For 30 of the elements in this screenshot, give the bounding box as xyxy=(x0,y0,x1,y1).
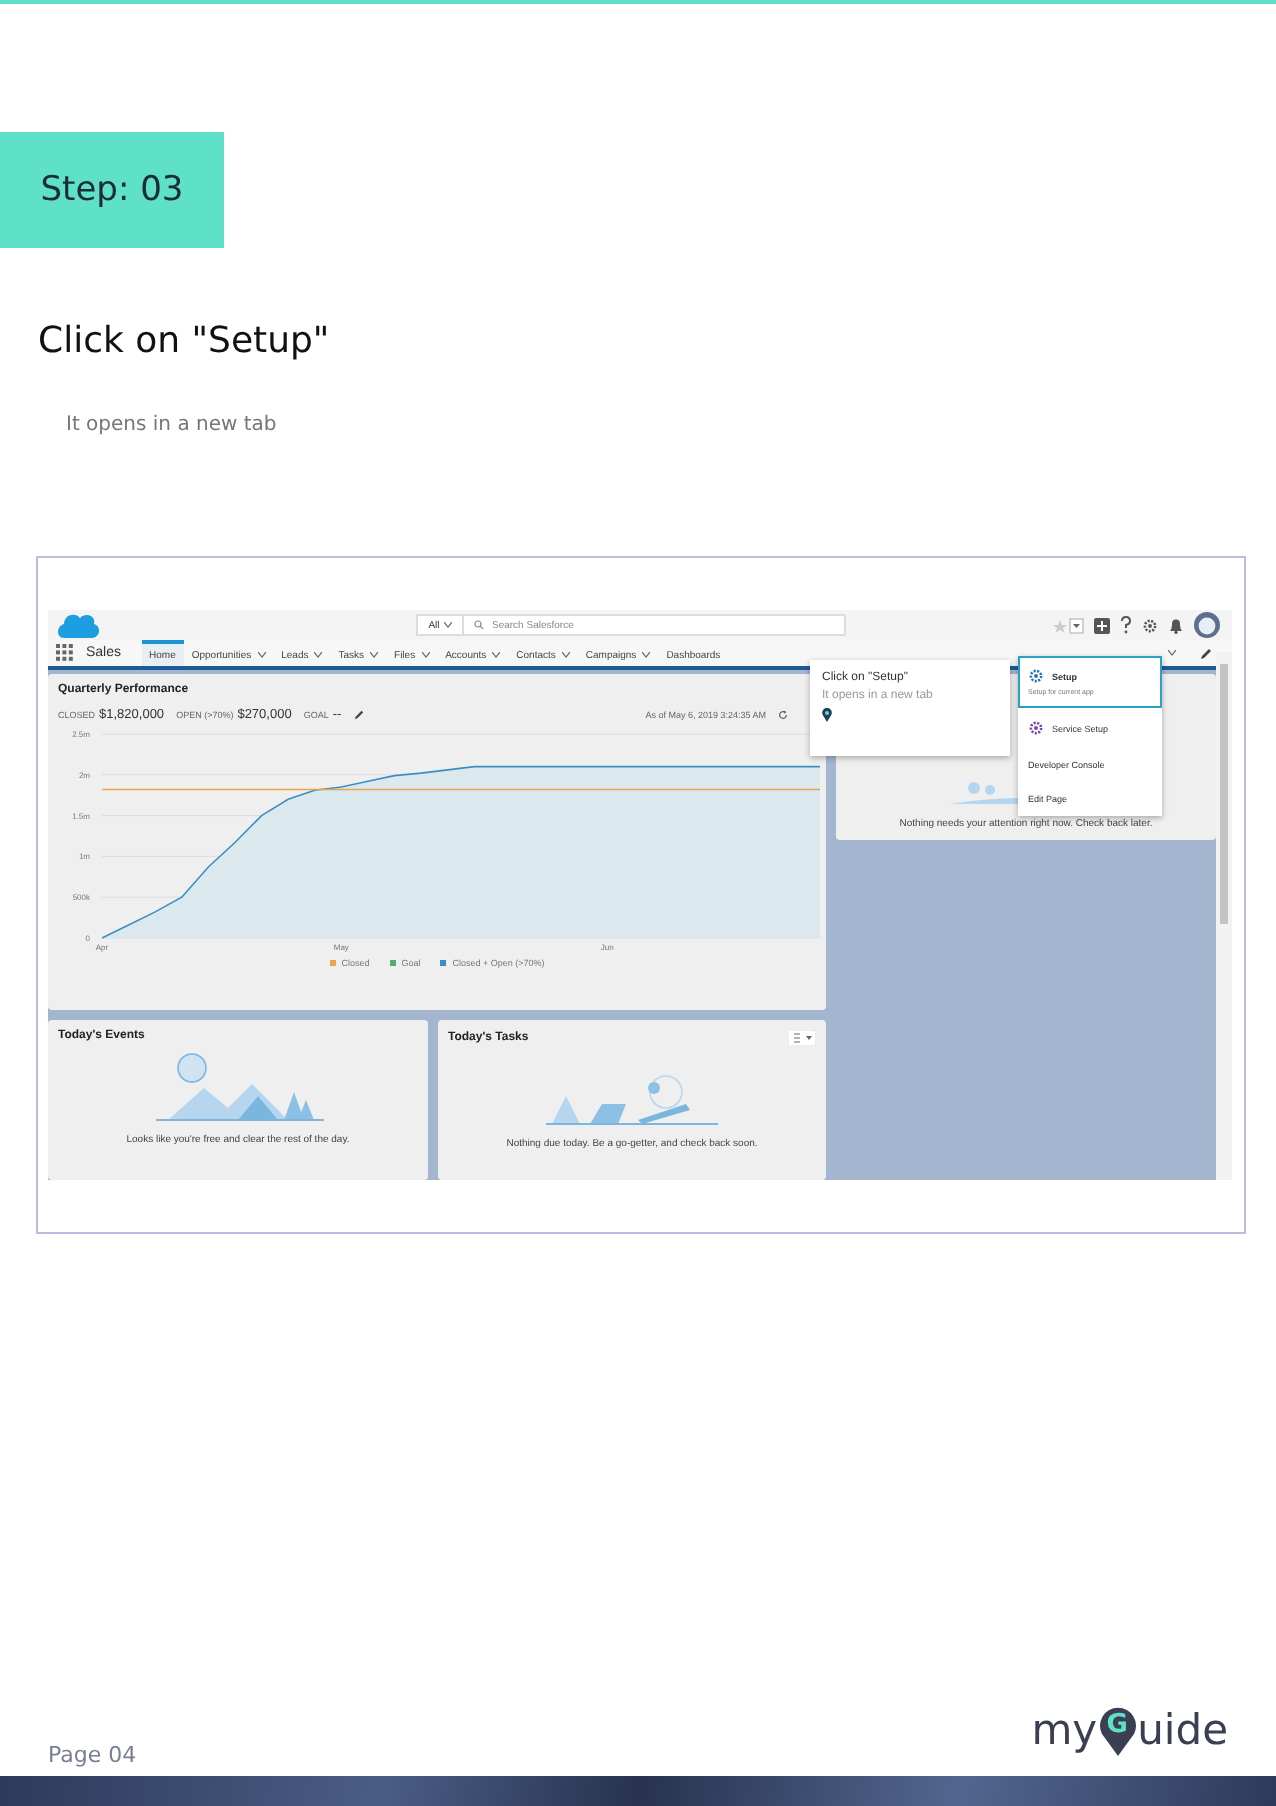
gear-icon xyxy=(1028,668,1044,684)
chevron-icon xyxy=(370,652,379,659)
step-badge: Step: 03 xyxy=(0,132,224,248)
page-number: Page 04 xyxy=(48,1742,137,1768)
chevron-icon xyxy=(561,652,570,659)
cloud-logo-icon xyxy=(56,610,100,641)
plus-icon[interactable] xyxy=(1094,617,1110,634)
instruction-heading: Click on "Setup" xyxy=(38,320,332,362)
avatar-icon[interactable] xyxy=(1194,612,1220,639)
chevron-icon xyxy=(257,652,266,659)
chevron-icon xyxy=(443,622,452,629)
chevron-icon xyxy=(421,652,430,659)
gear-icon xyxy=(1142,617,1158,634)
pencil-icon[interactable] xyxy=(353,710,364,720)
star-icon[interactable] xyxy=(1052,617,1084,634)
myguide-logo: my G uide xyxy=(1031,1704,1228,1756)
pencil-icon[interactable] xyxy=(1200,647,1212,660)
bell-icon[interactable] xyxy=(1168,617,1184,634)
chevron-icon xyxy=(1168,650,1176,657)
filter-dropdown-icon[interactable] xyxy=(788,1030,816,1046)
map-pin-icon xyxy=(822,708,832,722)
refresh-icon[interactable] xyxy=(778,710,788,720)
chevron-icon xyxy=(314,652,323,659)
search-icon xyxy=(474,620,484,631)
instruction-note: It opens in a new tab xyxy=(66,414,279,436)
chevron-icon xyxy=(642,652,651,659)
app-launcher-icon[interactable] xyxy=(56,644,74,663)
help-icon[interactable] xyxy=(1120,616,1132,635)
chevron-icon xyxy=(492,652,501,659)
gear-icon xyxy=(1028,720,1044,736)
